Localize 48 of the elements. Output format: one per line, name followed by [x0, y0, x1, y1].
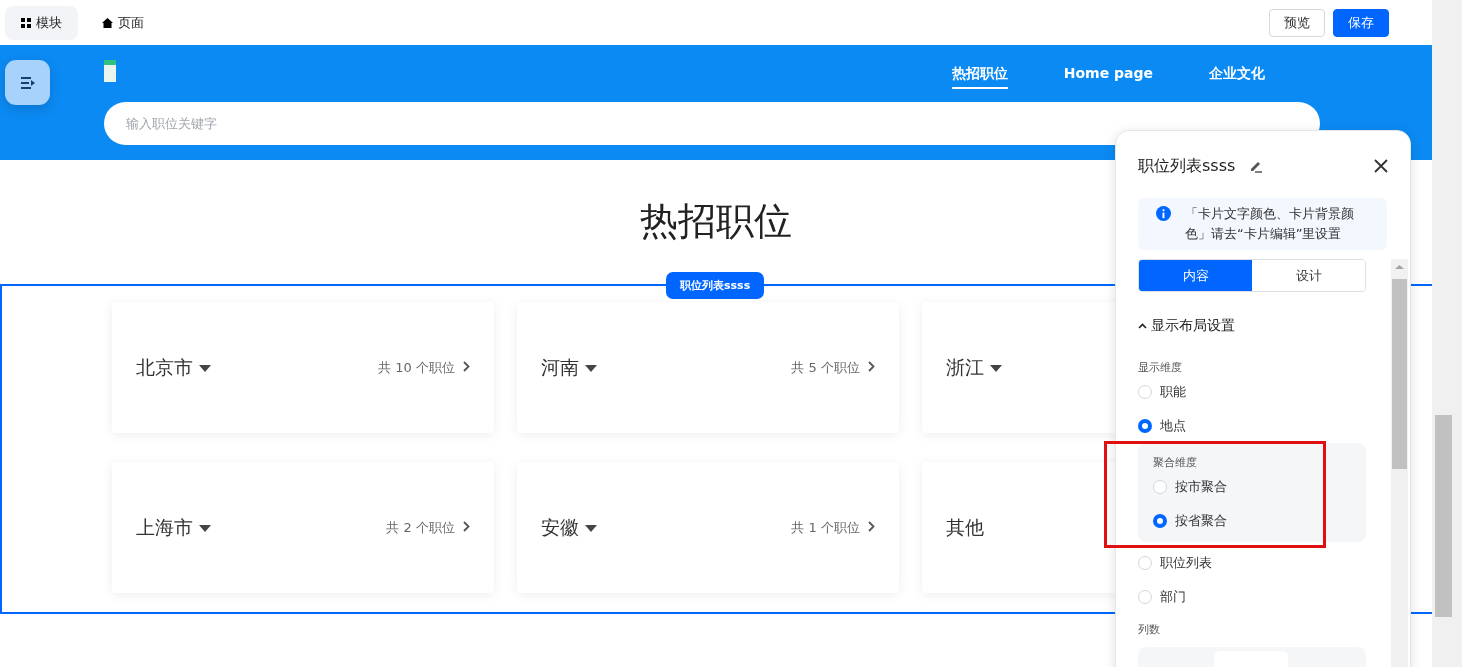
caret-icon — [199, 364, 211, 372]
location-card[interactable]: 上海市 共 2 个职位 — [112, 462, 494, 593]
caret-icon — [199, 524, 211, 532]
panel-scrollbar[interactable] — [1391, 259, 1408, 667]
info-icon — [1156, 206, 1171, 221]
chevron-right-icon — [463, 520, 470, 532]
job-count-link[interactable]: 共 5 个职位 — [791, 358, 875, 377]
save-button[interactable]: 保存 — [1333, 8, 1389, 37]
location-name[interactable]: 其他 — [946, 514, 984, 541]
home-icon — [102, 17, 113, 28]
chevron-right-icon — [868, 520, 875, 532]
search-field[interactable]: 输入职位关键字 — [104, 102, 1320, 145]
nav-link[interactable]: Home page — [1063, 65, 1153, 89]
chevron-right-icon — [868, 360, 875, 372]
location-name[interactable]: 北京市 — [136, 354, 211, 381]
nav-link[interactable]: 热招职位 — [951, 65, 1008, 89]
nav-link[interactable]: 企业文化 — [1209, 65, 1265, 89]
notice-text: 「卡片文字颜色、卡片背景颜色」请去“卡片编辑”里设置 — [1185, 205, 1355, 243]
location-card[interactable]: 北京市 共 10 个职位 — [112, 302, 494, 433]
logo-image — [104, 60, 116, 82]
tab[interactable]: 页面 — [86, 5, 160, 40]
field-label: 显示维度 — [1138, 360, 1183, 375]
page-scrollbar[interactable] — [1432, 0, 1462, 667]
field-label: 列数 — [1138, 622, 1161, 637]
caret-icon — [990, 364, 1002, 372]
sidebar-toggle-button[interactable] — [5, 60, 50, 105]
tab[interactable]: 模块 — [5, 5, 78, 40]
tab[interactable]: 内容 — [1139, 260, 1252, 291]
location-card[interactable]: 河南 共 5 个职位 — [517, 302, 899, 433]
preview-button[interactable]: 预览 — [1269, 8, 1325, 37]
location-name[interactable]: 安徽 — [541, 514, 597, 541]
location-card[interactable]: 安徽 共 1 个职位 — [517, 462, 899, 593]
job-count-link[interactable]: 共 1 个职位 — [791, 518, 875, 537]
location-name[interactable]: 上海市 — [136, 514, 211, 541]
job-count-link[interactable]: 共 2 个职位 — [386, 518, 470, 537]
grid-icon — [21, 17, 31, 28]
pencil-icon[interactable] — [1249, 159, 1264, 173]
location-name[interactable]: 浙江 — [946, 354, 1002, 381]
close-button[interactable] — [1374, 159, 1388, 173]
chevron-right-icon — [463, 360, 470, 372]
panel-title: 职位列表ssss — [1138, 155, 1236, 177]
section-title: 热招职位 — [640, 198, 792, 245]
location-name[interactable]: 河南 — [541, 354, 597, 381]
block-label: 职位列表ssss — [666, 272, 765, 299]
menu-icon — [20, 76, 35, 89]
caret-icon — [585, 524, 597, 532]
job-count-link[interactable]: 共 10 个职位 — [378, 358, 470, 377]
caret-icon — [585, 364, 597, 372]
